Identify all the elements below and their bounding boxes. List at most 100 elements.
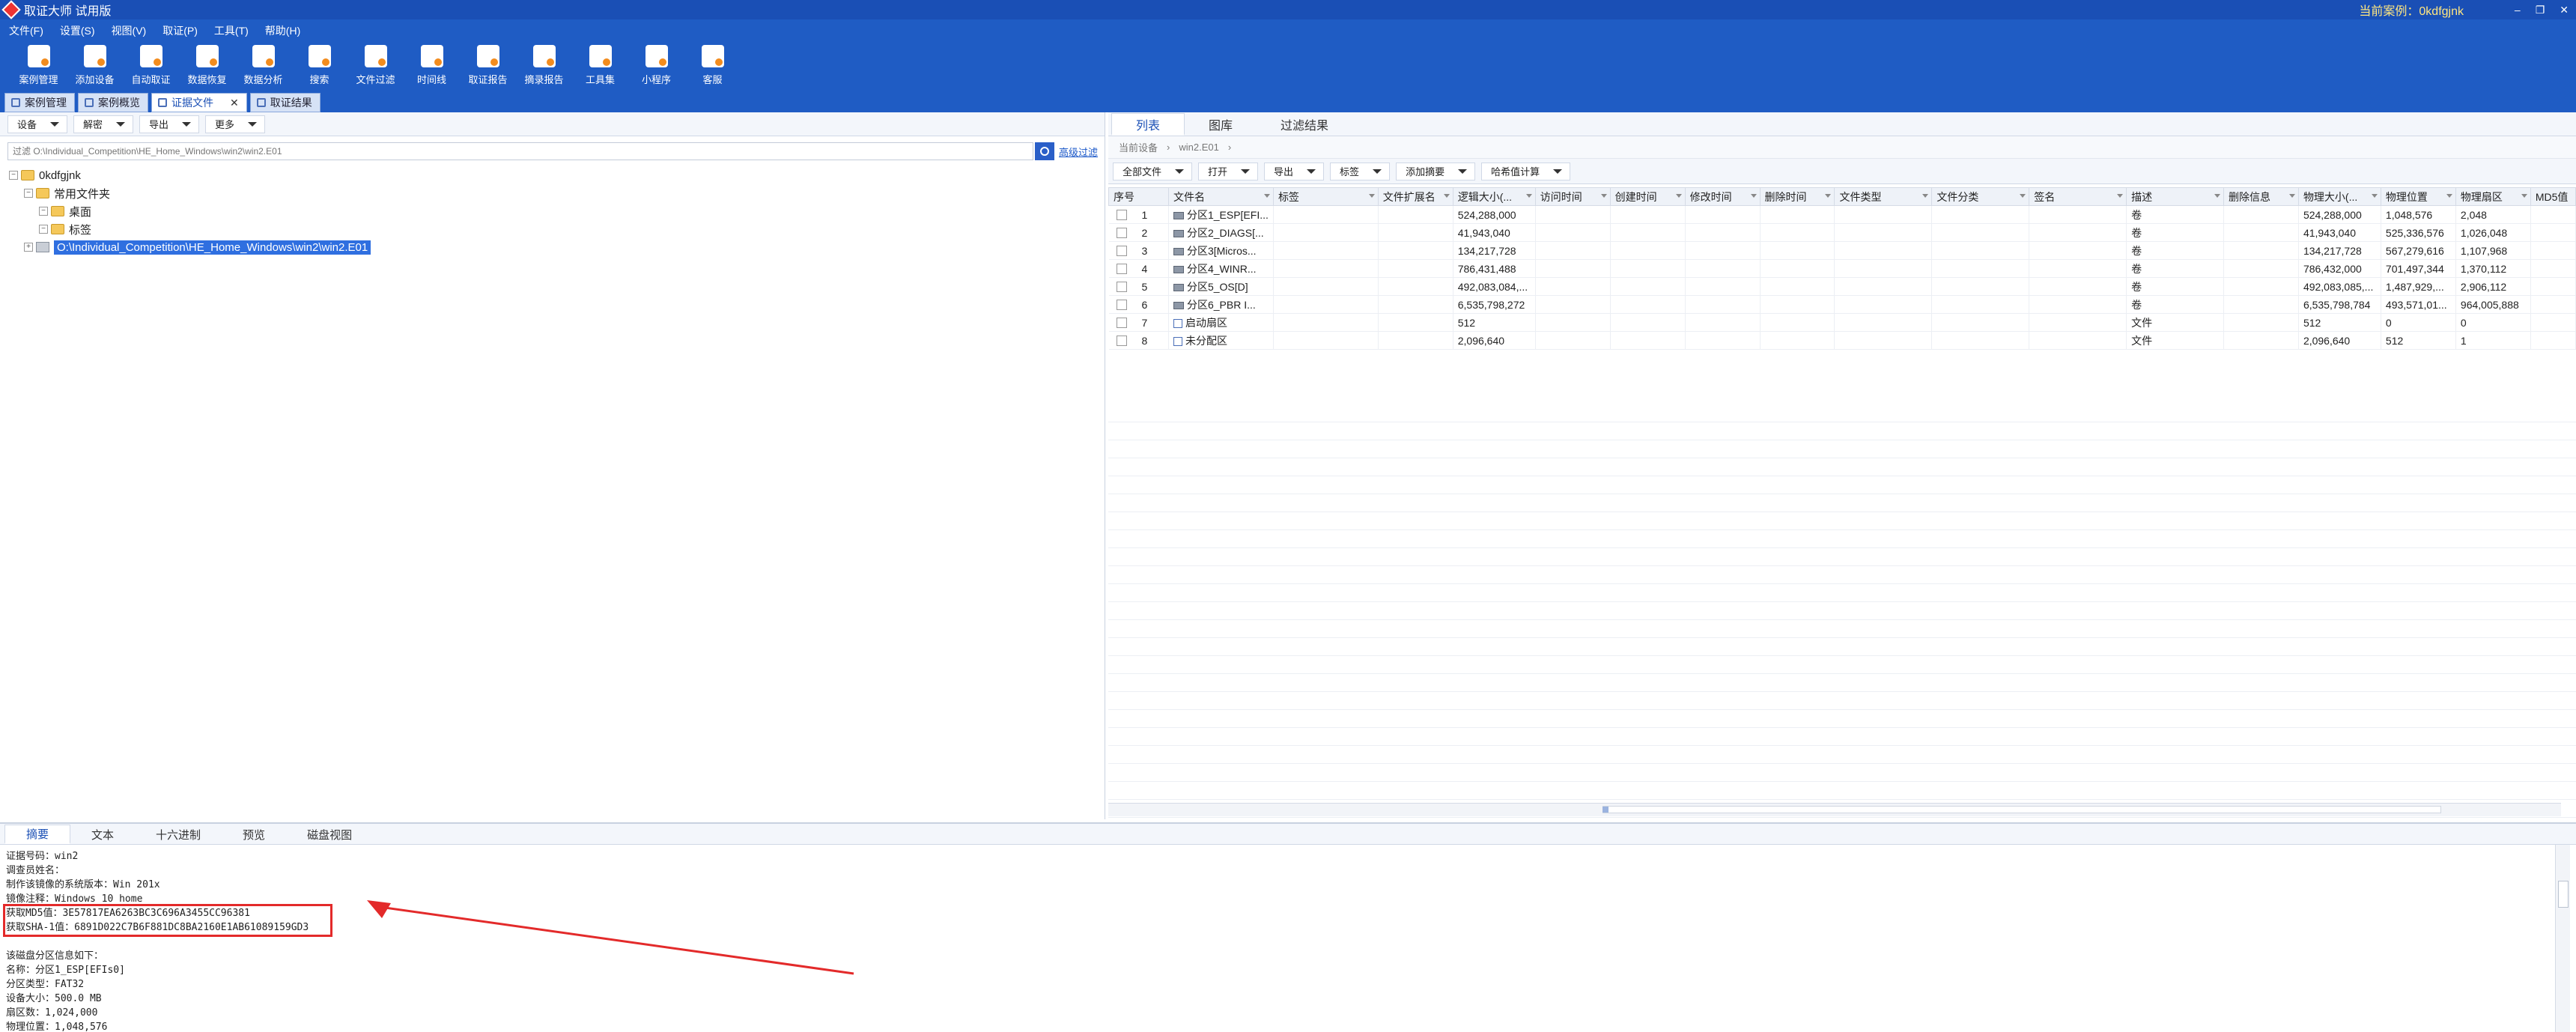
vertical-scrollbar[interactable] bbox=[2555, 845, 2570, 1032]
col-physical-position[interactable]: 物理位置 bbox=[2380, 187, 2456, 206]
tab-case-overview[interactable]: 案例概览 bbox=[78, 93, 148, 112]
tab-case-management[interactable]: 案例管理 bbox=[4, 93, 75, 112]
toolkit-button[interactable]: 工具集 bbox=[572, 42, 628, 88]
filter-icon[interactable] bbox=[2371, 194, 2378, 198]
open-dropdown[interactable]: 打开 bbox=[1198, 162, 1259, 180]
advanced-filter-link[interactable]: 高级过滤 bbox=[1059, 145, 1098, 159]
all-files-dropdown[interactable]: 全部文件 bbox=[1113, 162, 1193, 180]
filter-icon[interactable] bbox=[1525, 194, 1532, 198]
collapse-icon[interactable]: − bbox=[24, 189, 33, 198]
export-dropdown[interactable]: 导出 bbox=[139, 115, 200, 133]
col-physical-size[interactable]: 物理大小(... bbox=[2297, 187, 2381, 206]
menu-help[interactable]: 帮助(H) bbox=[265, 23, 300, 38]
tab-summary[interactable]: 摘要 bbox=[4, 825, 71, 844]
col-file-type[interactable]: 文件类型 bbox=[1834, 187, 1933, 206]
more-dropdown[interactable]: 更多 bbox=[205, 115, 266, 133]
tree-node-desktop[interactable]: − 桌面 bbox=[9, 202, 371, 220]
tab-forensics-results[interactable]: 取证结果 bbox=[249, 93, 321, 112]
col-no[interactable]: 序号 bbox=[1108, 187, 1169, 206]
table-row[interactable]: 8 未分配区 2,096,640 文件 2,096,640 512 1 bbox=[1108, 331, 2576, 350]
report-button[interactable]: 取证报告 bbox=[460, 42, 516, 88]
table-row[interactable]: 4 分区4_WINR... 786,431,488 卷 786,432,000 701,4… bbox=[1108, 259, 2576, 278]
auto-forensics-button[interactable]: 自动取证 bbox=[123, 42, 179, 88]
col-signature[interactable]: 签名 bbox=[2029, 187, 2127, 206]
filter-icon[interactable] bbox=[2020, 194, 2026, 198]
filter-icon[interactable] bbox=[1600, 194, 1607, 198]
col-logical-size[interactable]: 逻辑大小(... bbox=[1452, 187, 1536, 206]
hash-calc-dropdown[interactable]: 哈希值计算 bbox=[1481, 162, 1571, 180]
device-dropdown[interactable]: 设备 bbox=[7, 115, 68, 133]
filter-input[interactable] bbox=[7, 142, 1033, 160]
tree-node-tags[interactable]: − 标签 bbox=[9, 220, 371, 238]
col-filename[interactable]: 文件名 bbox=[1167, 187, 1274, 206]
filter-icon[interactable] bbox=[1368, 194, 1375, 198]
menu-forensics[interactable]: 取证(P) bbox=[162, 23, 198, 38]
col-delete-time[interactable]: 删除时间 bbox=[1759, 187, 1835, 206]
tab-filter-results[interactable]: 过滤结果 bbox=[1257, 113, 1352, 136]
row-checkbox[interactable] bbox=[1116, 264, 1127, 275]
filter-icon[interactable] bbox=[2521, 194, 2527, 198]
row-checkbox[interactable] bbox=[1116, 282, 1127, 293]
menu-settings[interactable]: 设置(S) bbox=[60, 23, 95, 38]
row-checkbox[interactable] bbox=[1116, 228, 1127, 239]
table-row[interactable]: 1 分区1_ESP[EFI... 524,288,000 卷 524,288,000 1,… bbox=[1108, 205, 2576, 224]
col-extension[interactable]: 文件扩展名 bbox=[1377, 187, 1453, 206]
tab-preview[interactable]: 预览 bbox=[222, 825, 286, 844]
breadcrumb-evidence[interactable]: win2.E01 bbox=[1179, 142, 1218, 153]
filter-icon[interactable] bbox=[1922, 194, 1929, 198]
mini-program-button[interactable]: 小程序 bbox=[628, 42, 684, 88]
breadcrumb-current-device[interactable]: 当前设备 bbox=[1119, 140, 1158, 154]
scroll-thumb[interactable] bbox=[1603, 806, 2441, 813]
menu-view[interactable]: 视图(V) bbox=[112, 23, 147, 38]
col-description[interactable]: 描述 bbox=[2126, 187, 2224, 206]
filter-search-button[interactable] bbox=[1034, 142, 1054, 160]
filter-icon[interactable] bbox=[1443, 194, 1450, 198]
collapse-icon[interactable]: − bbox=[39, 207, 48, 216]
col-physical-sector[interactable]: 物理扇区 bbox=[2455, 187, 2531, 206]
col-tag[interactable]: 标签 bbox=[1272, 187, 1379, 206]
tab-list[interactable]: 列表 bbox=[1111, 113, 1185, 136]
filter-icon[interactable] bbox=[1825, 194, 1832, 198]
filter-icon[interactable] bbox=[2117, 194, 2124, 198]
filter-icon[interactable] bbox=[1263, 194, 1270, 198]
filter-icon[interactable] bbox=[2288, 194, 2295, 198]
timeline-button[interactable]: 时间线 bbox=[404, 42, 460, 88]
tag-dropdown[interactable]: 标签 bbox=[1330, 162, 1391, 180]
file-filter-button[interactable]: 文件过滤 bbox=[347, 42, 404, 88]
data-recovery-button[interactable]: 数据恢复 bbox=[179, 42, 235, 88]
menu-file[interactable]: 文件(F) bbox=[9, 23, 43, 38]
data-analysis-button[interactable]: 数据分析 bbox=[235, 42, 291, 88]
expand-icon[interactable]: + bbox=[24, 243, 33, 252]
table-row[interactable]: 5 分区5_OS[D] 492,083,084,... 卷 492,083,085,..… bbox=[1108, 277, 2576, 296]
collapse-icon[interactable]: − bbox=[9, 171, 18, 180]
row-checkbox[interactable] bbox=[1116, 246, 1127, 257]
tab-hex[interactable]: 十六进制 bbox=[135, 825, 222, 844]
close-tab-icon[interactable]: ✕ bbox=[230, 97, 239, 109]
tree-node-case[interactable]: −0kdfgjnk bbox=[9, 166, 371, 184]
tab-text[interactable]: 文本 bbox=[70, 825, 135, 844]
restore-button[interactable]: ❐ bbox=[2536, 4, 2545, 16]
filter-icon[interactable] bbox=[2214, 194, 2220, 198]
tab-gallery[interactable]: 图库 bbox=[1185, 113, 1257, 136]
col-md5[interactable]: MD5值 bbox=[2530, 187, 2576, 206]
export-list-dropdown[interactable]: 导出 bbox=[1264, 162, 1325, 180]
menu-tools[interactable]: 工具(T) bbox=[214, 23, 249, 38]
excerpt-report-button[interactable]: 摘录报告 bbox=[516, 42, 572, 88]
minimize-button[interactable]: – bbox=[2515, 4, 2521, 16]
table-row[interactable]: 7 启动扇区 512 文件 512 0 0 bbox=[1108, 313, 2576, 332]
table-row[interactable]: 6 分区6_PBR I... 6,535,798,272 卷 6,535,798,784… bbox=[1108, 295, 2576, 314]
table-row[interactable]: 2 分区2_DIAGS[... 41,943,040 卷 41,943,040 525,3… bbox=[1108, 223, 2576, 242]
filter-icon[interactable] bbox=[1750, 194, 1757, 198]
collapse-icon[interactable]: − bbox=[39, 225, 48, 234]
tree-node-evidence-file[interactable]: + O:\Individual_Competition\HE_Home_Windo… bbox=[9, 238, 371, 256]
table-row[interactable]: 3 分区3[Micros... 134,217,728 卷 134,217,728 567… bbox=[1108, 241, 2576, 260]
tree-node-common-folders[interactable]: − 常用文件夹 bbox=[9, 184, 371, 202]
row-checkbox[interactable] bbox=[1116, 318, 1127, 329]
tab-evidence-files[interactable]: 证据文件 ✕ bbox=[151, 93, 247, 112]
col-create-time[interactable]: 创建时间 bbox=[1609, 187, 1686, 206]
row-checkbox[interactable] bbox=[1116, 336, 1127, 347]
case-management-button[interactable]: 案例管理 bbox=[10, 42, 67, 88]
col-modify-time[interactable]: 修改时间 bbox=[1684, 187, 1761, 206]
tab-disk-view[interactable]: 磁盘视图 bbox=[286, 825, 373, 844]
filter-icon[interactable] bbox=[1675, 194, 1682, 198]
